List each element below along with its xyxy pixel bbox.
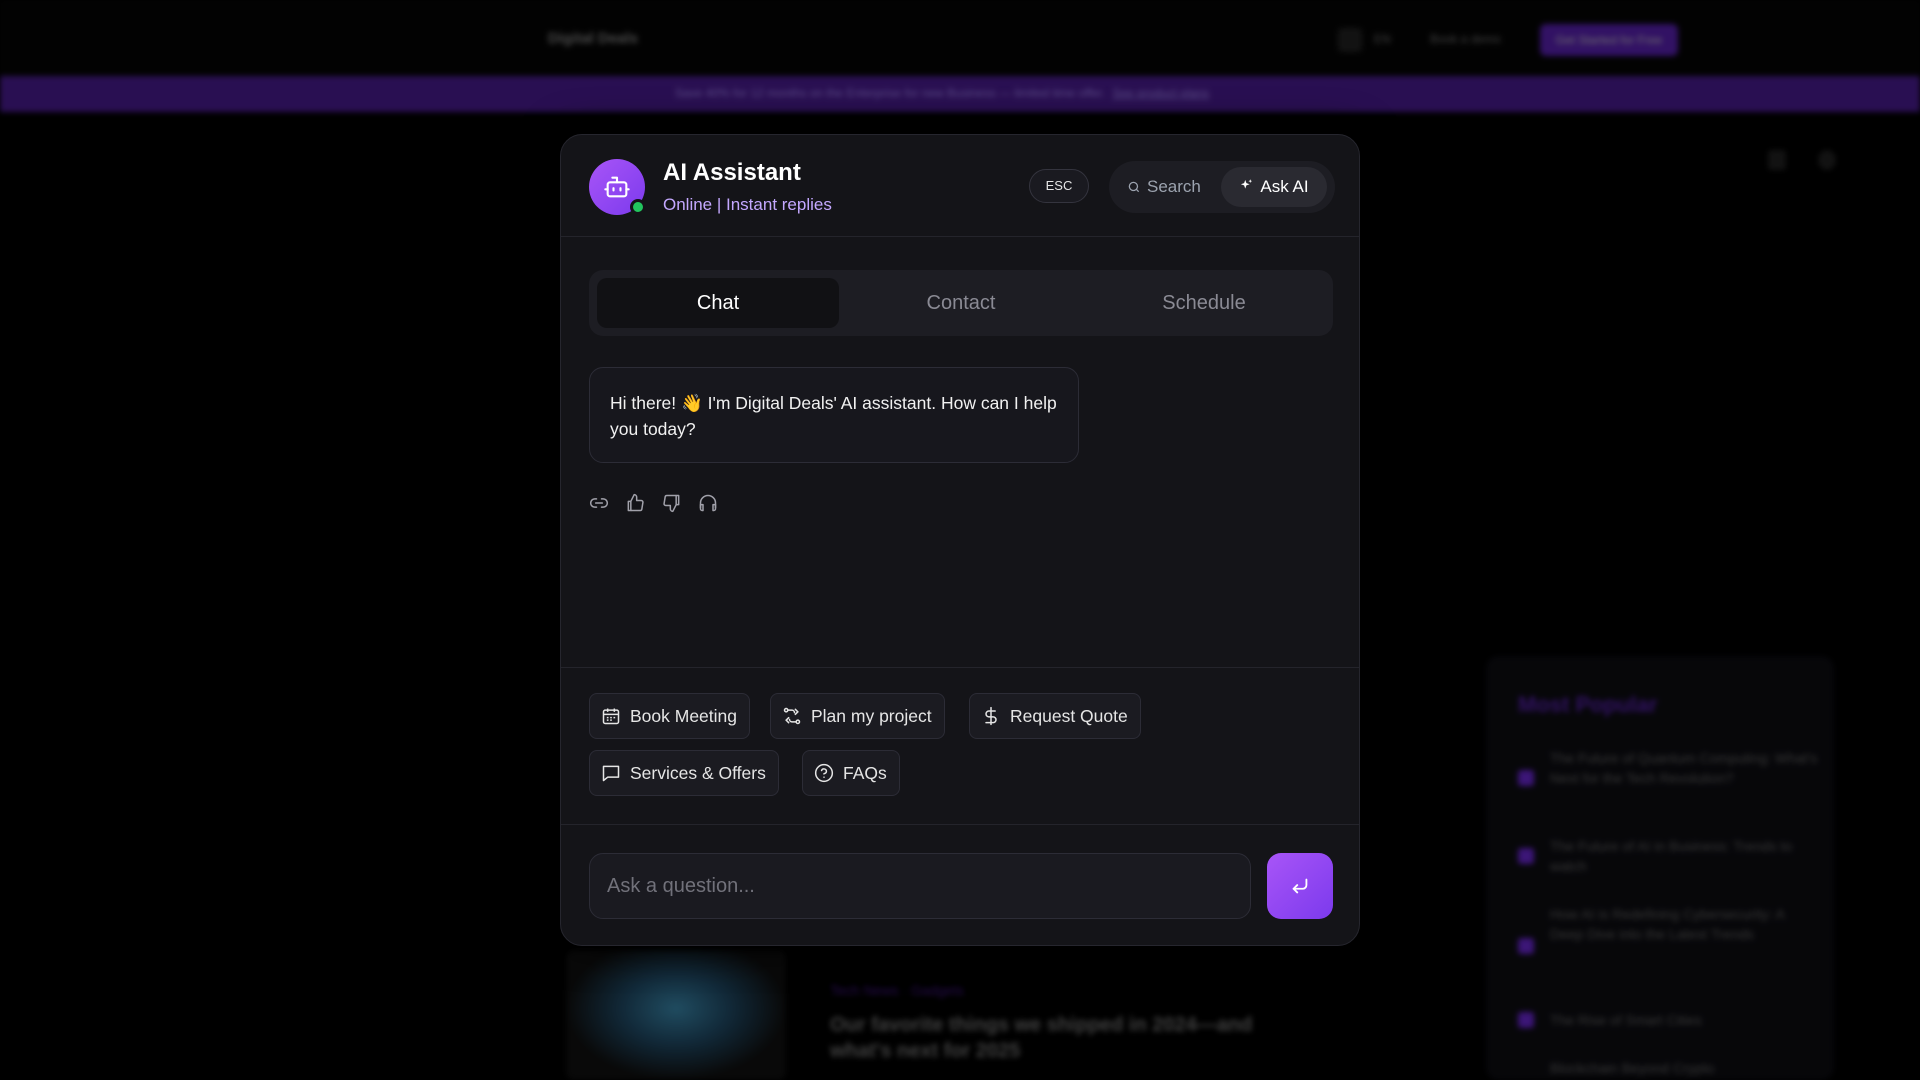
thumbs-up-icon[interactable] [625, 493, 645, 518]
divider [561, 667, 1359, 668]
faqs-chip[interactable]: FAQs [802, 750, 900, 796]
tab-contact[interactable]: Contact [840, 278, 1082, 328]
plan-project-chip[interactable]: Plan my project [770, 693, 945, 739]
message-icon [602, 765, 620, 782]
nav-language[interactable]: EN [1374, 32, 1391, 46]
send-button[interactable] [1267, 853, 1333, 919]
site-logo[interactable]: Digital Deals [548, 30, 638, 47]
ai-assistant-modal: AI Assistant Online | Instant replies ES… [560, 134, 1360, 946]
promo-banner-link[interactable]: See product plans [1112, 86, 1209, 100]
sparkles-icon [1241, 179, 1253, 189]
calendar-icon [602, 708, 620, 725]
request-quote-chip[interactable]: Request Quote [969, 693, 1141, 739]
mode-switcher: Search Ask AI [1109, 161, 1335, 213]
dollar-icon [985, 706, 997, 726]
thumbs-down-icon[interactable] [662, 493, 682, 518]
services-offers-chip[interactable]: Services & Offers [589, 750, 779, 796]
most-popular-title: Most Popular [1518, 692, 1658, 717]
book-meeting-chip[interactable]: Book Meeting [589, 693, 751, 739]
online-status-dot [630, 199, 646, 215]
question-input[interactable] [589, 853, 1251, 919]
divider [561, 824, 1359, 825]
tab-schedule[interactable]: Schedule [1083, 278, 1325, 328]
nav-cta-button[interactable]: Get Started for Free [1540, 24, 1678, 56]
assistant-message: Hi there! 👋 I'm Digital Deals' AI assist… [589, 367, 1079, 463]
message-actions [589, 493, 730, 517]
tab-chat[interactable]: Chat [597, 278, 839, 328]
article-tags: Tech News · Gadgets [830, 982, 964, 998]
search-icon [1128, 181, 1140, 193]
nav-flag-icon[interactable] [1338, 28, 1362, 52]
share-icon[interactable] [1818, 150, 1836, 170]
assistant-header: AI Assistant Online | Instant replies ES… [561, 135, 1359, 237]
assistant-subtitle: Online | Instant replies [663, 195, 832, 214]
ask-ai-mode-button[interactable]: Ask AI [1221, 167, 1327, 207]
esc-close-button[interactable]: ESC [1029, 169, 1089, 203]
search-mode-button[interactable]: Search [1127, 161, 1201, 213]
link-icon[interactable] [589, 493, 609, 518]
nav-book-demo-link[interactable]: Book a demo [1430, 32, 1501, 46]
bot-icon [604, 176, 630, 198]
headphones-icon[interactable] [698, 493, 718, 518]
workflow-icon [783, 707, 801, 725]
article-thumbnail[interactable] [566, 950, 786, 1080]
ask-ai-mode-label: Ask AI [1260, 177, 1309, 196]
bookmark-icon[interactable] [1768, 150, 1786, 170]
article-title[interactable]: Our favorite things we shipped in 2024—a… [830, 1012, 1290, 1064]
assistant-title: AI Assistant [663, 159, 801, 186]
enter-icon [1292, 878, 1308, 894]
promo-banner-text: Save 40% for 12 months on the Enterprise… [675, 86, 1210, 100]
help-circle-icon [814, 763, 834, 783]
search-mode-label: Search [1147, 177, 1201, 196]
assistant-tabs: Chat Contact Schedule [589, 270, 1333, 336]
